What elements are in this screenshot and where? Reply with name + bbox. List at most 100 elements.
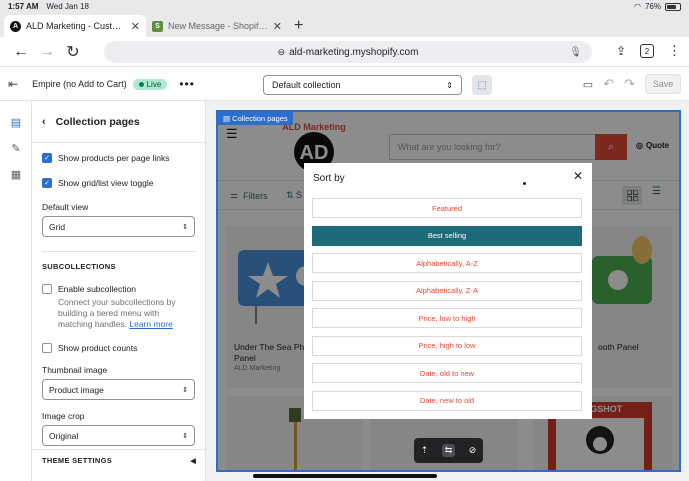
microphone-icon[interactable]: 🎙 <box>569 47 582 58</box>
checkbox-label: Enable subcollection <box>58 284 136 294</box>
wifi-icon: ◠ <box>634 2 641 11</box>
battery-percent: 76% <box>644 2 661 11</box>
forward-arrow-icon[interactable]: → <box>34 43 60 61</box>
status-bar: 1:57 AM Wed Jan 18 ◠ 76% <box>0 0 689 13</box>
theme-actions-button[interactable]: ••• <box>179 77 195 91</box>
theme-settings-row[interactable]: THEME SETTINGS ◀ <box>32 449 206 471</box>
sort-option[interactable]: Best selling <box>312 225 582 246</box>
live-dot-icon <box>138 81 144 87</box>
save-button[interactable]: Save <box>645 74 681 94</box>
checkbox-show-grid-toggle[interactable]: ✓ Show grid/list view toggle <box>42 178 195 188</box>
modal-title: Sort by <box>313 173 345 184</box>
home-indicator <box>253 474 437 478</box>
select-value: Grid <box>49 221 66 232</box>
status-time: 1:57 AM <box>8 2 39 11</box>
loading-dot <box>523 182 526 185</box>
undo-icon[interactable]: ↶ <box>603 76 614 92</box>
checkbox-label: Show product counts <box>58 343 138 353</box>
swap-order-icon[interactable]: ⇆ <box>441 444 456 457</box>
tab-count-button[interactable]: 2 <box>640 44 654 58</box>
subcollection-help-text: Connect your subcollections by building … <box>58 297 195 330</box>
checkbox-label: Show grid/list view toggle <box>58 178 154 188</box>
tab-title: New Message - Shopify C <box>168 21 268 31</box>
checkbox-label: Show products per page links <box>58 153 170 163</box>
tab-new-message[interactable]: S New Message - Shopify C ✕ <box>146 15 288 37</box>
template-selector[interactable]: Default collection ⇕ <box>263 75 462 95</box>
sort-option[interactable]: Date, old to new <box>312 363 582 383</box>
shopify-favicon-icon: S <box>152 20 163 32</box>
browser-tab-bar: A ALD Marketing - Customi ✕ S New Messag… <box>0 13 689 37</box>
close-tab-icon[interactable]: ✕ <box>131 20 140 33</box>
sort-option[interactable]: Alphabetically, A-Z <box>312 253 582 273</box>
theme-settings-brush-icon[interactable]: ✎ <box>0 135 32 161</box>
url-bar[interactable]: ⊖ ald-marketing.myshopify.com 🎙 <box>104 41 592 63</box>
back-chevron-icon[interactable]: ‹ <box>42 116 46 128</box>
checkbox-unchecked-icon[interactable] <box>42 284 52 294</box>
sort-up-icon[interactable]: ⇡ <box>421 445 429 456</box>
redo-icon[interactable]: ↷ <box>624 76 635 92</box>
thumbnail-image-label: Thumbnail image <box>42 365 108 375</box>
chevron-up-down-icon: ⇕ <box>182 223 188 231</box>
close-icon[interactable]: ✕ <box>573 169 583 183</box>
more-menu-icon[interactable]: ⋮ <box>668 43 681 59</box>
browser-nav-bar: ← → ↻ ⊖ ald-marketing.myshopify.com 🎙 ⇪ … <box>0 37 689 67</box>
sort-option[interactable]: Date, new to old <box>312 390 582 411</box>
app-embeds-icon[interactable]: ▦ <box>0 161 32 187</box>
battery-icon <box>665 2 681 11</box>
section-tag: ▤ Collection pages <box>218 112 293 125</box>
sort-option[interactable]: Alphabetically, Z-A <box>312 280 582 301</box>
site-info-icon: ⊖ <box>277 46 286 57</box>
panel-header: ‹ Collection pages <box>32 101 205 143</box>
learn-more-link[interactable]: Learn more <box>129 319 172 329</box>
section-tag-label: Collection pages <box>232 114 288 123</box>
close-tab-icon[interactable]: ✕ <box>273 20 282 33</box>
status-right: ◠ 76% <box>634 2 681 11</box>
chevron-up-down-icon: ⇕ <box>182 386 188 394</box>
checkbox-show-per-page[interactable]: ✓ Show products per page links <box>42 153 195 163</box>
inspector-toggle-icon[interactable]: ⬚ <box>472 75 492 95</box>
theme-editor-toolbar: ⇤ Empire (no Add to Cart) Live ••• Defau… <box>0 68 689 101</box>
hide-eye-icon[interactable]: ⊘ <box>469 445 477 456</box>
template-name: Default collection <box>272 80 341 90</box>
caret-left-icon: ◀ <box>190 457 196 465</box>
store-preview: ▤ Collection pages ☰ AD ALD Marketing Wh… <box>216 110 681 472</box>
checkbox-enable-subcollection[interactable]: Enable subcollection <box>42 284 195 294</box>
nav-right-controls: ⇪ 2 ⋮ <box>616 43 681 59</box>
checkbox-checked-icon[interactable]: ✓ <box>42 153 52 163</box>
chevron-up-down-icon: ⇕ <box>446 80 453 90</box>
select-value: Product image <box>49 384 104 395</box>
new-tab-button[interactable]: + <box>294 17 303 35</box>
sort-option[interactable]: Price, low to high <box>312 308 582 328</box>
live-label: Live <box>146 79 162 89</box>
panel-title: Collection pages <box>55 115 140 128</box>
image-crop-select[interactable]: Original ⇕ <box>42 425 195 446</box>
live-badge: Live <box>132 78 168 90</box>
theme-settings-label: THEME SETTINGS <box>42 456 113 465</box>
default-view-select[interactable]: Grid ⇕ <box>42 216 195 237</box>
settings-panel: ‹ Collection pages ✓ Show products per p… <box>32 101 206 481</box>
sections-icon[interactable]: ▤ <box>0 109 32 135</box>
thumbnail-image-select[interactable]: Product image ⇕ <box>42 379 195 400</box>
reload-icon[interactable]: ↻ <box>60 42 86 62</box>
sort-option[interactable]: Price, high to low <box>312 335 582 356</box>
theme-name: Empire (no Add to Cart) <box>32 79 127 89</box>
default-view-label: Default view <box>42 202 89 212</box>
tab-title: ALD Marketing - Customi <box>26 21 126 31</box>
share-icon[interactable]: ⇪ <box>616 44 626 58</box>
subcollections-heading: SUBCOLLECTIONS <box>42 251 195 271</box>
checkbox-checked-icon[interactable]: ✓ <box>42 178 52 188</box>
preview-area: ▤ Collection pages ☰ AD ALD Marketing Wh… <box>206 101 689 481</box>
chevron-up-down-icon: ⇕ <box>182 432 188 440</box>
tab-ald-marketing[interactable]: A ALD Marketing - Customi ✕ <box>4 15 146 37</box>
preview-floating-toolbar: ⇡ ⇆ ⊘ <box>414 438 483 463</box>
select-value: Original <box>49 430 79 441</box>
editor-right-controls: ▭ ↶ ↷ Save <box>583 74 681 94</box>
editor-left-rail: ▤ ✎ ▦ <box>0 101 32 481</box>
sort-option[interactable]: Featured <box>312 198 582 218</box>
checkbox-unchecked-icon[interactable] <box>42 343 52 353</box>
checkbox-show-product-counts[interactable]: Show product counts <box>42 343 195 353</box>
desktop-preview-icon[interactable]: ▭ <box>583 78 593 91</box>
back-arrow-icon[interactable]: ← <box>8 43 34 61</box>
image-crop-label: Image crop <box>42 411 85 421</box>
exit-editor-icon[interactable]: ⇤ <box>8 77 18 91</box>
